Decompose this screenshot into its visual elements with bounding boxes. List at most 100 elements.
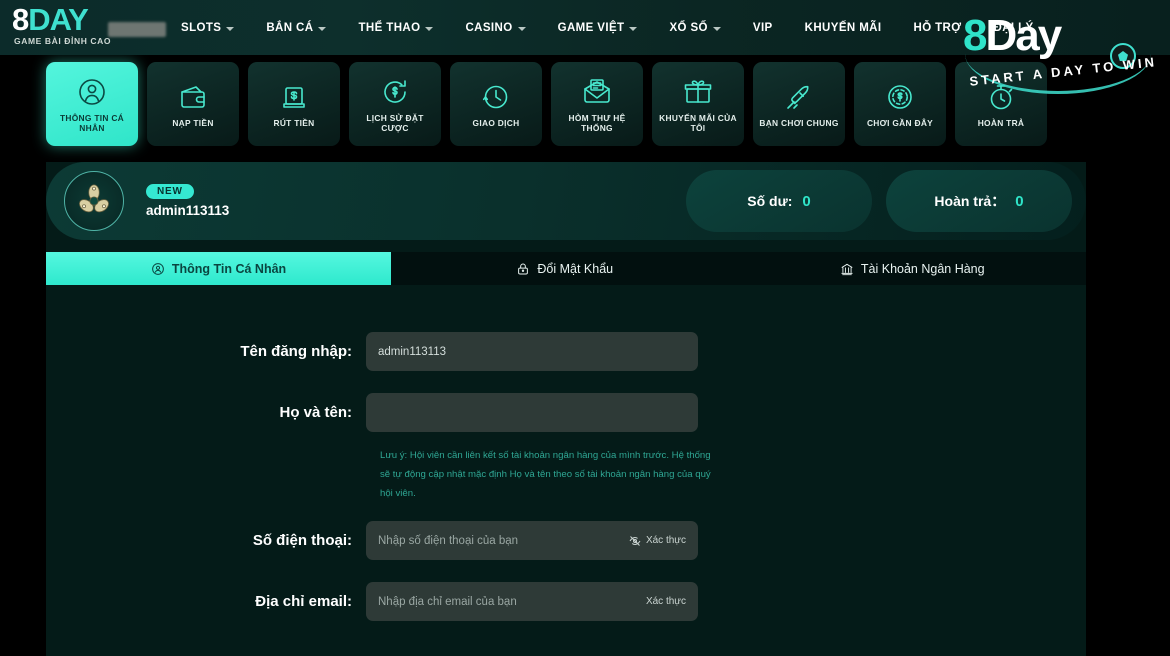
tab-label: Đổi Mật Khẩu (537, 261, 614, 276)
censor-blur-block (108, 22, 166, 37)
phone-verify-label: Xác thực (645, 535, 686, 546)
lock-icon (516, 262, 530, 276)
nav-item-label: ĐẠI LÝ (993, 21, 1034, 34)
fullname-input[interactable] (366, 393, 698, 432)
icon-tab-5[interactable]: HÒM THƯ HỆ THỐNG (551, 62, 643, 146)
tab-label: Tài Khoản Ngân Hàng (860, 261, 985, 276)
site-logo-8: 8 (12, 2, 29, 37)
clover-avatar-icon (79, 184, 109, 213)
atm-icon (277, 81, 311, 113)
bank-icon (840, 262, 854, 276)
chip-dollar-icon (883, 81, 917, 113)
email-input-placeholder: Nhập địa chỉ email của bạn (378, 595, 517, 608)
nav-item-7[interactable]: KHUYẾN MÃI (789, 0, 898, 55)
form-note-text: Lưu ý: Hội viên cần liên kết số tài khoả… (380, 450, 711, 499)
gift-icon (681, 76, 715, 108)
balance-pill-1[interactable]: Hoàn trả： 0 (886, 170, 1072, 232)
nav-item-label: CASINO (465, 21, 513, 34)
balance-value: 0 (1015, 192, 1024, 210)
chevron-down-icon (517, 26, 526, 31)
icon-tab-8[interactable]: CHƠI GẦN ĐÂY (854, 62, 946, 146)
site-logo-day: DAY (28, 2, 89, 37)
icon-tab-label: HÒM THƯ HỆ THỐNG (568, 112, 626, 133)
wallet-icon (176, 81, 210, 113)
nav-item-9[interactable]: ĐẠI LÝ (977, 0, 1049, 55)
icon-tab-3[interactable]: LỊCH SỬ ĐẶT CƯỢC (349, 62, 441, 146)
form-row-email: Địa chỉ email: Nhập địa chỉ email của bạ… (46, 582, 1086, 621)
tab-label: Thông Tin Cá Nhân (171, 261, 287, 276)
nav-item-label: BẮN CÁ (266, 21, 314, 34)
email-verify-button[interactable]: Xác thực (646, 596, 686, 607)
username-label: admin113113 (146, 203, 230, 218)
icon-tab-label: GIAO DỊCH (472, 117, 520, 128)
icon-tab-9[interactable]: HOÀN TRẢ (955, 62, 1047, 146)
account-content-panel: NEW admin113113 Số dư: 0 Hoàn trả： 0 Thông … (46, 162, 1086, 656)
username-input-value: admin113113 (378, 345, 446, 358)
icon-tab-label: CHƠI GẦN ĐÂY (866, 117, 934, 128)
balance-pill-0[interactable]: Số dư: 0 (686, 170, 872, 232)
nav-item-4[interactable]: GAME VIỆT (542, 0, 654, 55)
balance-value: 0 (802, 192, 811, 210)
icon-tab-label: THÔNG TIN CÁ NHÂN (59, 112, 125, 133)
nav-item-label: XỔ SỐ (669, 21, 708, 34)
icon-tab-0[interactable]: THÔNG TIN CÁ NHÂN (46, 62, 138, 146)
clock-icon (479, 81, 513, 113)
icon-tab-2[interactable]: RÚT TIỀN (248, 62, 340, 146)
phone-verify-button[interactable]: Xác thực (629, 535, 686, 547)
icon-tab-1[interactable]: NẠP TIỀN (147, 62, 239, 146)
icon-tab-label: BẠN CHƠI CHUNG (759, 117, 839, 128)
balance-label: Số dư: (747, 193, 793, 209)
nav-item-3[interactable]: CASINO (449, 0, 541, 55)
site-logo[interactable]: 8DAY GAME BÀI ĐỈNH CAO (0, 0, 166, 55)
mail-icon (580, 76, 614, 108)
nav-item-label: THỂ THAO (358, 21, 421, 34)
nav-item-0[interactable]: SLOTS (165, 0, 250, 55)
email-verify-label: Xác thực (645, 596, 686, 607)
user-circle-icon (75, 76, 109, 108)
nav-item-label: HỖ TRỢ (913, 21, 962, 34)
nav-item-label: GAME VIỆT (557, 21, 625, 34)
status-badge: NEW (146, 184, 194, 199)
chevron-down-icon (318, 26, 327, 31)
avatar[interactable] (64, 171, 124, 231)
nav-item-6[interactable]: VIP (737, 0, 789, 55)
nav-item-1[interactable]: BẮN CÁ (250, 0, 342, 55)
tab-1[interactable]: Đổi Mật Khẩu (391, 252, 739, 285)
email-input[interactable]: Nhập địa chỉ email của bạn Xác thực (366, 582, 698, 621)
chevron-down-icon (425, 26, 434, 31)
user-circle-icon (151, 262, 165, 276)
user-info: NEW admin113113 (146, 184, 229, 218)
balance-label: Hoàn trả： (934, 193, 1006, 209)
account-tabs: Thông Tin Cá Nhân Đổi Mật Khẩu Tài Khoản N… (46, 252, 1086, 285)
eye-off-icon (629, 535, 641, 546)
nav-item-8[interactable]: HỖ TRỢ (897, 0, 977, 55)
nav-item-2[interactable]: THỂ THAO (342, 0, 449, 55)
icon-tab-4[interactable]: GIAO DỊCH (450, 62, 542, 146)
form-row-fullname: Họ và tên: (46, 393, 1086, 432)
icon-tab-label: LỊCH SỬ ĐẶT CƯỢC (366, 112, 424, 133)
fullname-field-label: Họ và tên: (279, 404, 352, 421)
tab-2[interactable]: Tài Khoản Ngân Hàng (739, 252, 1087, 285)
icon-tab-label: RÚT TIỀN (273, 117, 315, 128)
chevron-down-icon (712, 26, 721, 31)
username-input[interactable]: admin113113 (366, 332, 698, 371)
form-row-phone: Số điện thoại: Nhập số điện thoại của bạ… (46, 521, 1086, 560)
site-tagline: GAME BÀI ĐỈNH CAO (14, 36, 112, 46)
tab-0[interactable]: Thông Tin Cá Nhân (46, 252, 391, 285)
icon-tab-6[interactable]: KHUYẾN MÃI CỦA TÔI (652, 62, 744, 146)
nav-item-label: VIP (752, 21, 773, 34)
phone-input-placeholder: Nhập số điện thoại của bạn (378, 534, 519, 547)
nav-item-5[interactable]: XỔ SỐ (653, 0, 736, 55)
dollar-refresh-icon (378, 76, 412, 108)
phone-input[interactable]: Nhập số điện thoại của bạn Xác thực (366, 521, 698, 560)
username-field-label: Tên đăng nhập: (240, 343, 352, 360)
icon-tab-7[interactable]: BẠN CHƠI CHUNG (753, 62, 845, 146)
nav-item-label: SLOTS (181, 21, 222, 34)
form-row-username: Tên đăng nhập: admin113113 (46, 332, 1086, 371)
email-field-label: Địa chỉ email: (255, 593, 352, 610)
nav-items-container: SLOTS BẮN CÁ THỂ THAO CASINO GAME VIỆT XỔ SỐ V… (165, 0, 1170, 55)
rocket-icon (782, 81, 816, 113)
balance-pills: Số dư: 0 Hoàn trả： 0 (686, 170, 1072, 232)
account-icon-menu: THÔNG TIN CÁ NHÂN NẠP TIỀN RÚT TIỀN LỊCH SỬ… (0, 55, 1170, 150)
chevron-down-icon (629, 26, 638, 31)
